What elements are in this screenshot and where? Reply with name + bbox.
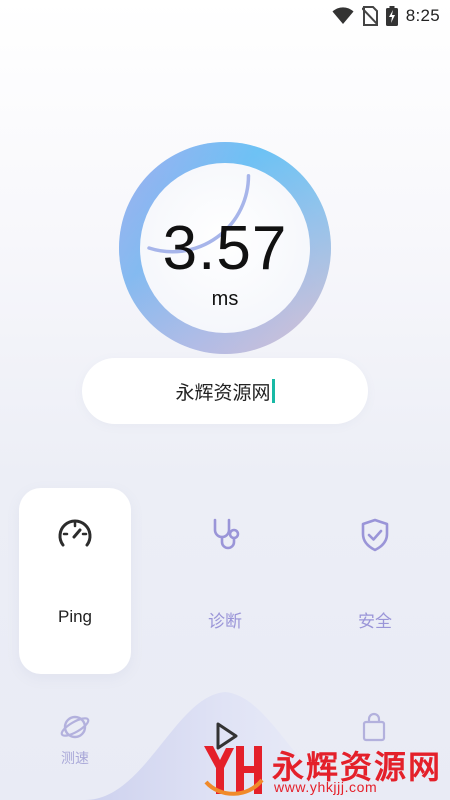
watermark: 永辉资源网 www.yhkjjj.com xyxy=(196,738,450,800)
tab-ping-label: Ping xyxy=(57,607,93,626)
nav-speed-test-label: 测速 xyxy=(61,750,89,766)
stethoscope-icon xyxy=(169,516,281,554)
watermark-logo xyxy=(204,746,264,796)
latency-value: 3.57 xyxy=(162,214,288,283)
tab-ping[interactable]: Ping xyxy=(19,488,131,674)
tab-security-label: 安全 xyxy=(358,612,392,631)
status-icons: 8:25 xyxy=(332,5,440,27)
shield-check-icon xyxy=(319,516,431,554)
speedometer-icon xyxy=(19,516,131,554)
status-time: 8:25 xyxy=(405,6,440,25)
battery-charging-icon xyxy=(385,6,398,26)
tab-diagnose-label: 诊断 xyxy=(208,612,242,631)
no-sim-icon xyxy=(361,6,378,26)
tab-diagnose[interactable]: 诊断 xyxy=(169,488,281,674)
host-input-value: 永辉资源网 xyxy=(175,382,271,404)
host-input[interactable]: 永辉资源网 xyxy=(82,358,368,424)
watermark-url: www.yhkjjj.com xyxy=(274,779,378,795)
wifi-icon xyxy=(332,7,354,25)
status-bar: 8:25 xyxy=(0,0,450,32)
planet-icon xyxy=(30,712,120,744)
nav-speed-test[interactable]: 测速 xyxy=(30,708,120,772)
latency-gauge: 3.57 ms xyxy=(106,136,344,364)
text-cursor xyxy=(271,379,275,403)
latency-unit: ms xyxy=(211,288,239,310)
tab-security[interactable]: 安全 xyxy=(319,488,431,674)
